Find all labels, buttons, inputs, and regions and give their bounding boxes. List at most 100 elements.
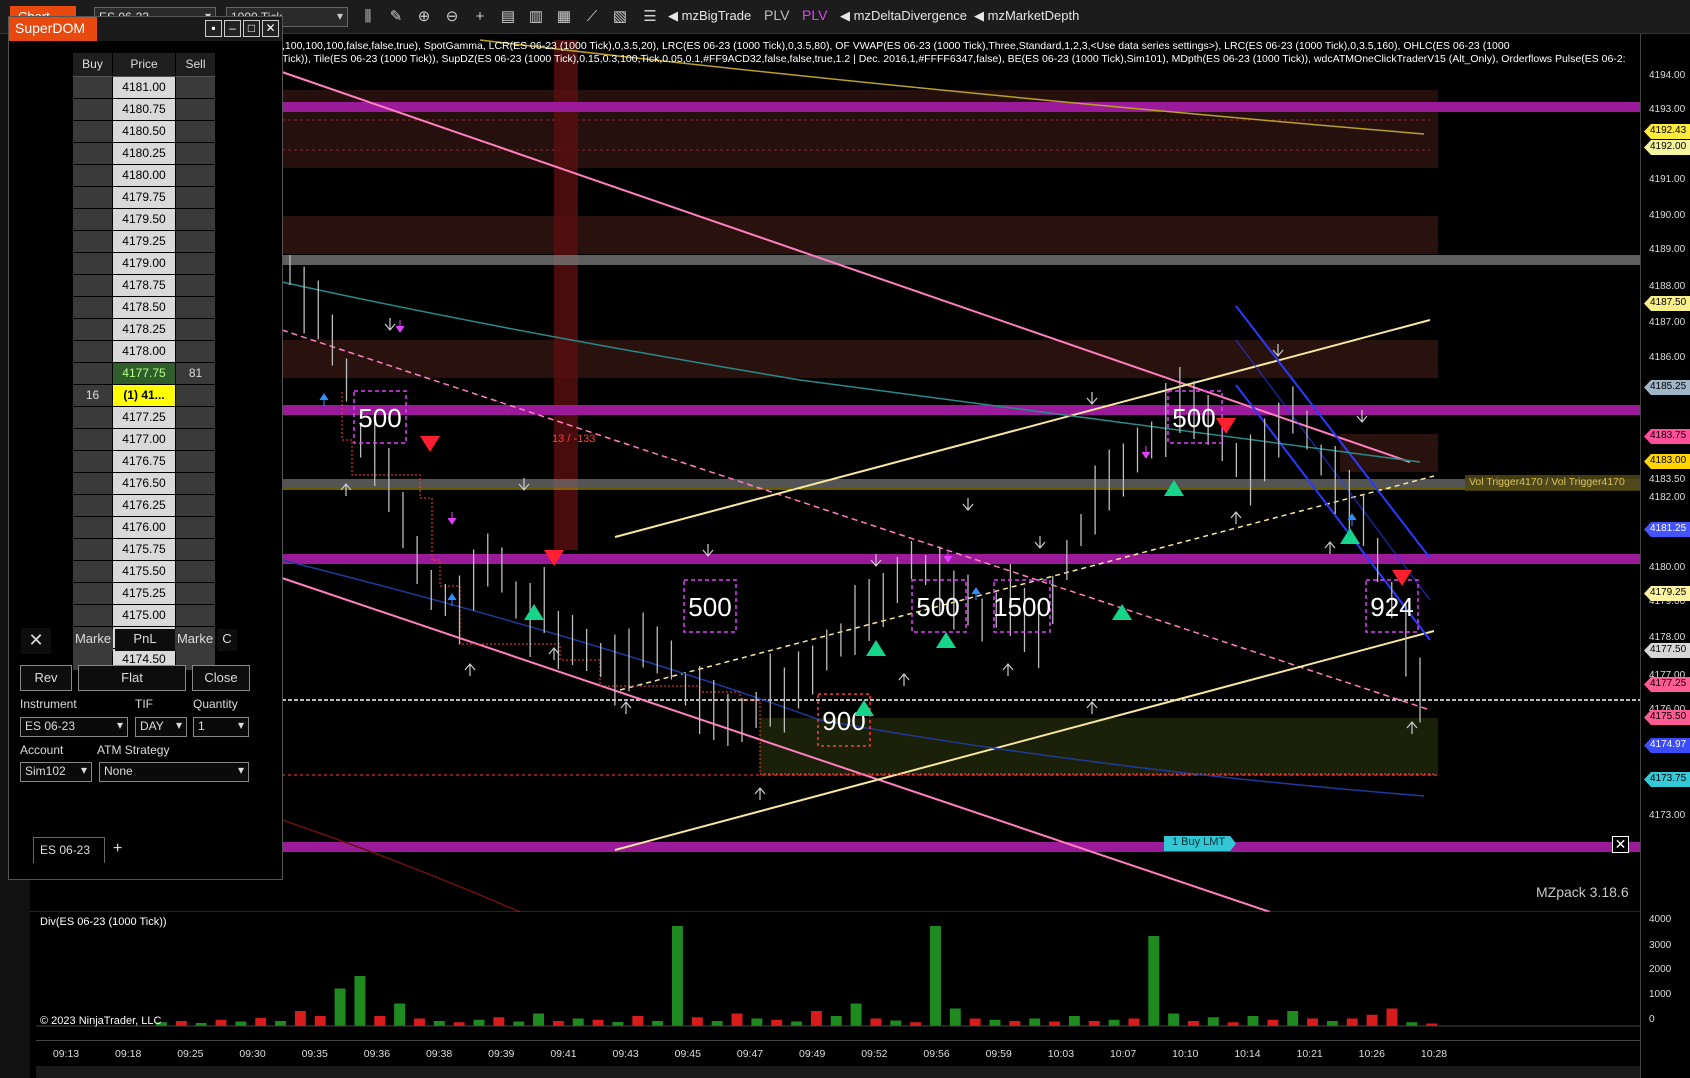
- buy-cell[interactable]: [73, 253, 112, 274]
- ladder-row[interactable]: 4179.00: [73, 253, 215, 275]
- strategies-icon[interactable]: ⟋: [582, 7, 602, 27]
- sell-cell[interactable]: [176, 297, 215, 318]
- ladder-row[interactable]: 4178.25: [73, 319, 215, 341]
- indicators-icon[interactable]: ▦: [554, 7, 574, 27]
- buy-cell[interactable]: [73, 539, 112, 560]
- zoom-out-icon[interactable]: ⊖: [442, 7, 462, 27]
- ladder-row[interactable]: 4176.75: [73, 451, 215, 473]
- pencil-icon[interactable]: ✎: [386, 7, 406, 27]
- sell-cell[interactable]: [176, 253, 215, 274]
- buy-cell[interactable]: [73, 231, 112, 252]
- sell-cell[interactable]: [176, 495, 215, 516]
- ladder-row[interactable]: 4177.00: [73, 429, 215, 451]
- mzbigtrade-button[interactable]: ◀ mzBigTrade: [668, 8, 751, 24]
- chart-trader-icon[interactable]: ▥: [526, 7, 546, 27]
- zoom-in-icon[interactable]: ⊕: [414, 7, 434, 27]
- price-axis[interactable]: 4194.00 4193.00 4191.00 4190.00 4189.00 4188.…: [1640, 34, 1690, 1078]
- reverse-button[interactable]: Rev: [20, 665, 72, 691]
- ladder-row[interactable]: 4179.75: [73, 187, 215, 209]
- buy-cell[interactable]: [73, 363, 112, 384]
- plv-button-2[interactable]: PLV: [802, 7, 827, 23]
- buy-cell[interactable]: [73, 319, 112, 340]
- buy-cell[interactable]: [73, 275, 112, 296]
- buy-cell[interactable]: [73, 209, 112, 230]
- sell-cell[interactable]: [176, 605, 215, 626]
- buy-cell[interactable]: [73, 297, 112, 318]
- account-select[interactable]: Sim102: [20, 762, 92, 782]
- buy-cell[interactable]: [73, 187, 112, 208]
- market-buy-button[interactable]: Marke: [73, 629, 113, 651]
- close-position-button[interactable]: Close: [192, 665, 250, 691]
- ladder-row[interactable]: 4180.50: [73, 121, 215, 143]
- superdom-titlebar[interactable]: SuperDOM ▪ – □ ✕: [9, 17, 282, 41]
- crosshair-icon[interactable]: +: [470, 7, 490, 27]
- flatten-button[interactable]: Flat: [78, 665, 186, 691]
- buy-cell[interactable]: [73, 143, 112, 164]
- sell-cell[interactable]: [176, 473, 215, 494]
- buy-cell[interactable]: [73, 495, 112, 516]
- ladder-row[interactable]: 4176.50: [73, 473, 215, 495]
- time-axis[interactable]: 09:13 09:18 09:25 09:30 09:35 09:36 09:38 09:39…: [36, 1040, 1640, 1066]
- ladder-row[interactable]: 4181.00: [73, 77, 215, 99]
- minimize-icon[interactable]: –: [224, 20, 241, 37]
- buy-cell[interactable]: [73, 429, 112, 450]
- sell-cell[interactable]: [176, 341, 215, 362]
- ladder-row[interactable]: 4179.50: [73, 209, 215, 231]
- cancel-order-button[interactable]: ✕: [1612, 836, 1629, 853]
- ladder-row[interactable]: 4175.00: [73, 605, 215, 627]
- ladder-row[interactable]: 4175.75: [73, 539, 215, 561]
- sell-cell[interactable]: [176, 319, 215, 340]
- sell-cell[interactable]: [176, 209, 215, 230]
- mzmarketdepth-button[interactable]: ◀ mzMarketDepth: [974, 8, 1079, 24]
- sell-cell[interactable]: [176, 539, 215, 560]
- ladder-row[interactable]: 4178.00: [73, 341, 215, 363]
- sell-cell[interactable]: 81: [176, 363, 215, 384]
- mzdeltadivergence-button[interactable]: ◀ mzDeltaDivergence: [840, 8, 967, 24]
- ladder-row[interactable]: 4180.75: [73, 99, 215, 121]
- sell-cell[interactable]: [176, 451, 215, 472]
- plv-button-1[interactable]: PLV: [764, 7, 789, 23]
- sell-cell[interactable]: [176, 275, 215, 296]
- ladder-row[interactable]: 4179.25: [73, 231, 215, 253]
- ladder-row[interactable]: 4178.50: [73, 297, 215, 319]
- buy-cell[interactable]: [73, 121, 112, 142]
- close-icon[interactable]: ✕: [262, 20, 279, 37]
- ladder-row[interactable]: 4177.25: [73, 407, 215, 429]
- buy-cell[interactable]: [73, 165, 112, 186]
- sell-cell[interactable]: [176, 583, 215, 604]
- sell-cell[interactable]: [176, 143, 215, 164]
- buy-cell[interactable]: [73, 517, 112, 538]
- ladder-row[interactable]: 4176.25: [73, 495, 215, 517]
- sell-cell[interactable]: [176, 99, 215, 120]
- ladder-row[interactable]: 4175.50: [73, 561, 215, 583]
- ladder-row[interactable]: 4176.00: [73, 517, 215, 539]
- buy-cell[interactable]: [73, 451, 112, 472]
- ladder-row[interactable]: 4177.75 81: [73, 363, 215, 385]
- sell-cell[interactable]: [176, 77, 215, 98]
- sell-cell[interactable]: [176, 187, 215, 208]
- sell-cell[interactable]: [176, 385, 215, 406]
- ladder-row[interactable]: 16 (1) 41...: [73, 385, 215, 407]
- market-sell-button[interactable]: Marke: [175, 629, 215, 651]
- ladder-row[interactable]: 4178.75: [73, 275, 215, 297]
- ladder-row[interactable]: 4175.25: [73, 583, 215, 605]
- quantity-stepper[interactable]: 1: [193, 717, 249, 737]
- sell-cell[interactable]: [176, 121, 215, 142]
- list-icon[interactable]: ☰: [640, 7, 660, 27]
- buy-cell[interactable]: [73, 341, 112, 362]
- ladder-row[interactable]: 4180.00: [73, 165, 215, 187]
- buy-cell[interactable]: [73, 77, 112, 98]
- buy-cell[interactable]: [73, 99, 112, 120]
- buy-cell[interactable]: [73, 583, 112, 604]
- buy-cell[interactable]: [73, 605, 112, 626]
- ladder-row[interactable]: 4180.25: [73, 143, 215, 165]
- sell-cell[interactable]: [176, 429, 215, 450]
- bar-type-icon[interactable]: ⫼: [358, 7, 378, 27]
- buy-cell[interactable]: [73, 407, 112, 428]
- tif-select[interactable]: DAY: [135, 717, 187, 737]
- horizontal-scrollbar[interactable]: [36, 1066, 1640, 1078]
- close-x-icon[interactable]: ✕: [21, 628, 51, 654]
- sell-cell[interactable]: [176, 165, 215, 186]
- instrument-select[interactable]: ES 06-23: [20, 717, 128, 737]
- buy-limit-order-label[interactable]: 1 Buy LMT: [1164, 836, 1236, 851]
